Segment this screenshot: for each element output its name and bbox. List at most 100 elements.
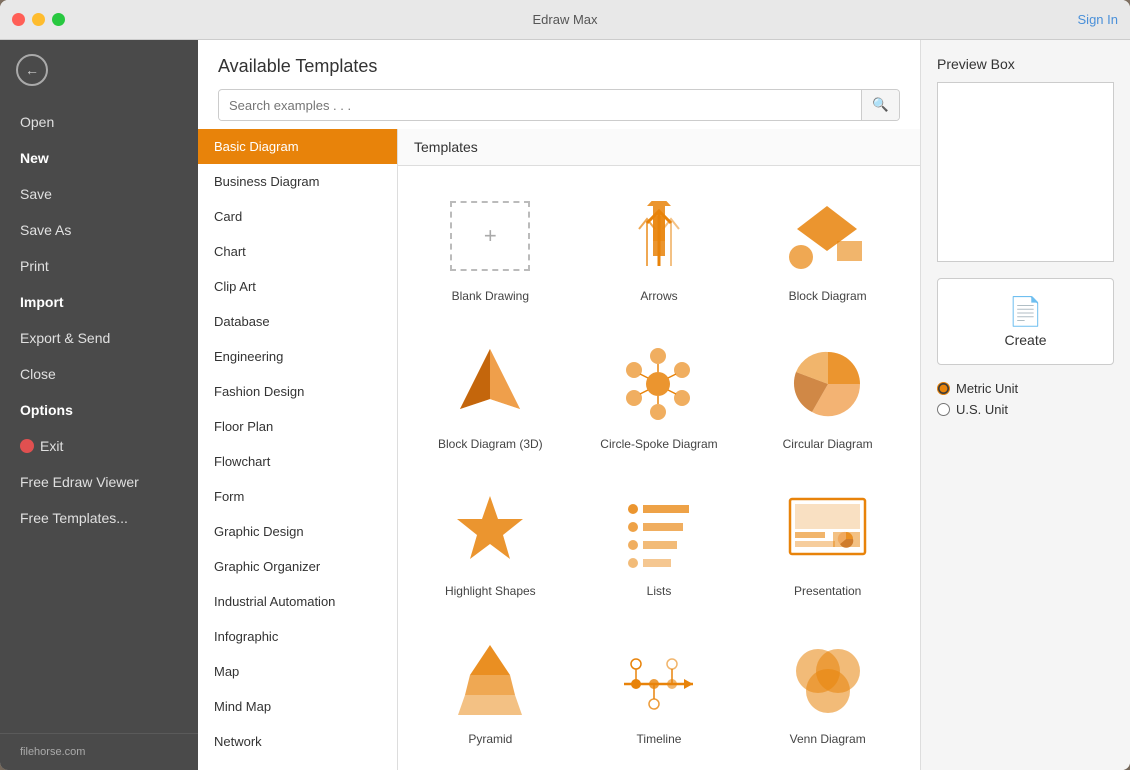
template-thumb-blank: + <box>440 191 540 281</box>
template-blank-drawing[interactable]: + Blank Drawing <box>414 182 567 314</box>
category-item-floor-plan[interactable]: Floor Plan <box>198 409 397 444</box>
create-label: Create <box>1004 332 1046 348</box>
category-item-basic-diagram[interactable]: Basic Diagram <box>198 129 397 164</box>
timeline-svg <box>616 644 701 714</box>
center-panel: Available Templates 🔍 Basic Diagram Busi… <box>198 40 920 770</box>
template-thumb-presentation <box>778 486 878 576</box>
metric-unit-label: Metric Unit <box>956 381 1018 396</box>
venn-svg <box>788 641 868 716</box>
search-bar: 🔍 <box>218 89 900 121</box>
sign-in-button[interactable]: Sign In <box>1078 12 1118 27</box>
sidebar-item-options[interactable]: Options <box>0 392 198 428</box>
category-item-engineering[interactable]: Engineering <box>198 339 397 374</box>
sidebar-item-export[interactable]: Export & Send <box>0 320 198 356</box>
template-circular-diagram[interactable]: Circular Diagram <box>751 330 904 462</box>
category-item-graphic-organizer[interactable]: Graphic Organizer <box>198 549 397 584</box>
template-thumb-timeline <box>609 634 709 724</box>
us-unit-radio[interactable] <box>937 403 950 416</box>
exit-icon <box>20 439 34 453</box>
category-list: Basic Diagram Business Diagram Card Char… <box>198 129 398 770</box>
sidebar-item-close[interactable]: Close <box>0 356 198 392</box>
templates-grid: + Blank Drawing <box>398 166 920 770</box>
sidebar-menu: Open New Save Save As Print Import Expor… <box>0 100 198 733</box>
category-item-infographic[interactable]: Infographic <box>198 619 397 654</box>
templates-header: Templates <box>398 129 920 166</box>
category-item-organizational-chart[interactable]: Organizational Chart <box>198 759 397 770</box>
create-button[interactable]: 📄 Create <box>937 278 1114 365</box>
category-item-card[interactable]: Card <box>198 199 397 234</box>
template-thumb-circle-spoke <box>609 339 709 429</box>
sidebar-footer: filehorse.com <box>0 733 198 770</box>
template-arrows[interactable]: Arrows <box>583 182 736 314</box>
titlebar: Edraw Max Sign In <box>0 0 1130 40</box>
maximize-window-button[interactable] <box>52 13 65 26</box>
category-item-map[interactable]: Map <box>198 654 397 689</box>
template-timeline[interactable]: Timeline <box>583 625 736 757</box>
template-label-venn: Venn Diagram <box>790 732 866 748</box>
category-item-chart[interactable]: Chart <box>198 234 397 269</box>
us-unit-option[interactable]: U.S. Unit <box>937 402 1114 417</box>
block3d-svg <box>450 344 530 424</box>
arrows-svg <box>619 201 699 271</box>
minimize-window-button[interactable] <box>32 13 45 26</box>
preview-box <box>937 82 1114 262</box>
back-arrow-icon: ← <box>25 62 39 78</box>
metric-unit-radio[interactable] <box>937 382 950 395</box>
category-item-industrial-automation[interactable]: Industrial Automation <box>198 584 397 619</box>
category-item-form[interactable]: Form <box>198 479 397 514</box>
category-item-business-diagram[interactable]: Business Diagram <box>198 164 397 199</box>
template-label-block-diagram-3d: Block Diagram (3D) <box>438 437 543 453</box>
preview-panel: Preview Box 📄 Create Metric Unit U.S. Un… <box>920 40 1130 770</box>
document-icon: 📄 <box>1008 295 1043 328</box>
close-window-button[interactable] <box>12 13 25 26</box>
back-button[interactable]: ← <box>16 54 48 86</box>
template-label-presentation: Presentation <box>794 584 861 600</box>
sidebar-item-open[interactable]: Open <box>0 104 198 140</box>
template-block-diagram-3d[interactable]: Block Diagram (3D) <box>414 330 567 462</box>
template-thumb-block3d <box>440 339 540 429</box>
category-item-mind-map[interactable]: Mind Map <box>198 689 397 724</box>
circular-svg <box>788 344 868 424</box>
sidebar-item-print[interactable]: Print <box>0 248 198 284</box>
template-presentation[interactable]: Presentation <box>751 477 904 609</box>
sidebar-item-exit[interactable]: Exit <box>0 428 198 464</box>
search-input[interactable] <box>219 91 861 120</box>
template-thumb-pyramid <box>440 634 540 724</box>
sidebar-item-new[interactable]: New <box>0 140 198 176</box>
preview-title: Preview Box <box>937 56 1114 72</box>
center-header: Available Templates 🔍 <box>198 40 920 129</box>
template-label-blank-drawing: Blank Drawing <box>452 289 529 305</box>
sidebar-item-save-as[interactable]: Save As <box>0 212 198 248</box>
template-thumb-circular <box>778 339 878 429</box>
unit-radio-group: Metric Unit U.S. Unit <box>937 381 1114 417</box>
sidebar-back: ← <box>0 40 198 100</box>
sidebar-item-free-templates[interactable]: Free Templates... <box>0 500 198 536</box>
category-item-database[interactable]: Database <box>198 304 397 339</box>
category-item-clip-art[interactable]: Clip Art <box>198 269 397 304</box>
category-item-network[interactable]: Network <box>198 724 397 759</box>
category-item-fashion-design[interactable]: Fashion Design <box>198 374 397 409</box>
sidebar-item-viewer[interactable]: Free Edraw Viewer <box>0 464 198 500</box>
template-venn[interactable]: Venn Diagram <box>751 625 904 757</box>
presentation-svg <box>785 494 870 569</box>
template-thumb-block <box>778 191 878 281</box>
template-block-diagram[interactable]: Block Diagram <box>751 182 904 314</box>
main-content: ← Open New Save Save As Print Import Exp… <box>0 40 1130 770</box>
sidebar-item-save[interactable]: Save <box>0 176 198 212</box>
search-button[interactable]: 🔍 <box>861 90 899 120</box>
metric-unit-option[interactable]: Metric Unit <box>937 381 1114 396</box>
sidebar-item-import[interactable]: Import <box>0 284 198 320</box>
template-highlight-shapes[interactable]: Highlight Shapes <box>414 477 567 609</box>
category-item-flowchart[interactable]: Flowchart <box>198 444 397 479</box>
category-item-graphic-design[interactable]: Graphic Design <box>198 514 397 549</box>
content-area: Basic Diagram Business Diagram Card Char… <box>198 129 920 770</box>
template-lists[interactable]: Lists <box>583 477 736 609</box>
window-title: Edraw Max <box>532 12 597 27</box>
template-circle-spoke[interactable]: Circle-Spoke Diagram <box>583 330 736 462</box>
template-pyramid[interactable]: Pyramid <box>414 625 567 757</box>
main-window: Edraw Max Sign In ← Open New Save Save A… <box>0 0 1130 770</box>
window-controls <box>12 13 65 26</box>
template-thumb-lists <box>609 486 709 576</box>
template-label-lists: Lists <box>647 584 672 600</box>
lists-svg <box>619 491 699 571</box>
